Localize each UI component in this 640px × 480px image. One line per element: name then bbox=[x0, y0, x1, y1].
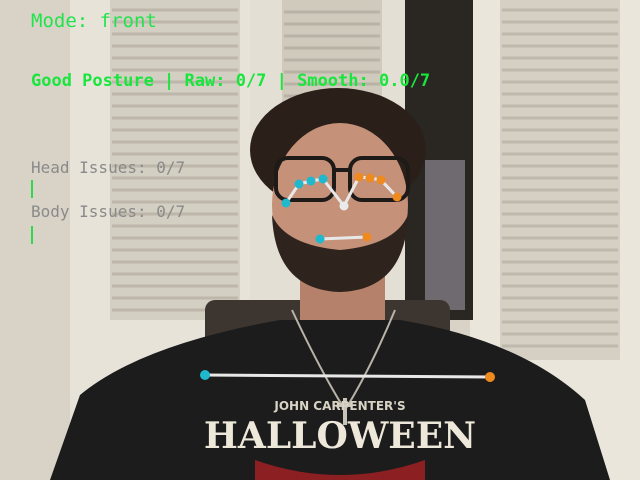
shirt-print-top: JOHN CARPENTER'S bbox=[273, 399, 405, 413]
body-issues-meter bbox=[31, 226, 33, 244]
posture-status: Good Posture | Raw: 0/7 | Smooth: 0.0/7 bbox=[31, 71, 431, 91]
nose-keypoint bbox=[339, 201, 349, 211]
right-eye-inner-keypoint bbox=[354, 172, 364, 182]
left-shoulder-keypoint bbox=[200, 370, 210, 380]
right-ear-keypoint bbox=[392, 192, 402, 202]
shoulder-line bbox=[203, 373, 492, 379]
left-eye-inner-keypoint bbox=[318, 174, 328, 184]
mouth-line bbox=[318, 235, 369, 241]
left-eye-keypoint bbox=[306, 176, 316, 186]
body-issues-label: Body Issues: 0/7 bbox=[31, 202, 186, 221]
head-issues-meter bbox=[31, 180, 33, 198]
mode-label: Mode: front bbox=[31, 10, 157, 32]
right-eye-outer-keypoint bbox=[376, 175, 386, 185]
right-eye-keypoint bbox=[365, 173, 375, 183]
shirt-print-title: HALLOWEEN bbox=[204, 415, 476, 457]
left-eye-outer-keypoint bbox=[294, 179, 304, 189]
hanging-clothes bbox=[425, 160, 465, 310]
head-issues-label: Head Issues: 0/7 bbox=[31, 158, 186, 177]
right-shoulder-keypoint bbox=[485, 372, 495, 382]
camera-view: JOHN CARPENTER'S HALLOWEEN Mode: front G… bbox=[0, 0, 640, 480]
left-ear-keypoint bbox=[281, 198, 291, 208]
mouth-right-keypoint bbox=[362, 232, 372, 242]
mouth-left-keypoint bbox=[315, 234, 325, 244]
